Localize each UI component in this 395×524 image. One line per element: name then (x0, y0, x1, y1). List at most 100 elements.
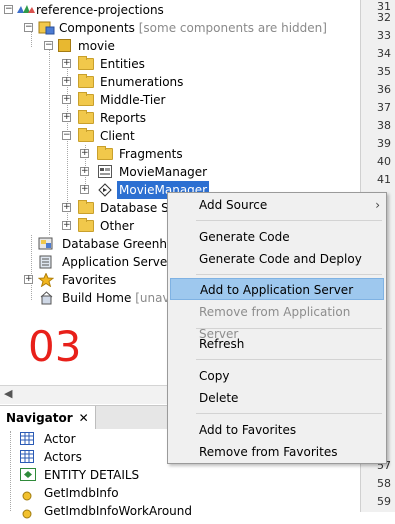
line-number: 36 (377, 83, 391, 96)
menu-item-remove-from-application-server[interactable]: Remove from Application Server (170, 301, 384, 341)
tree-node-label: Other (100, 219, 135, 233)
method-icon (22, 506, 32, 519)
expand-toggle-icon[interactable]: + (62, 95, 71, 104)
expand-toggle-icon[interactable]: + (80, 167, 89, 176)
menu-item-add-to-application-server[interactable]: Add to Application Server (170, 278, 384, 300)
menu-item-label: Remove from Favorites (199, 445, 338, 459)
expand-toggle-icon[interactable]: + (80, 149, 89, 158)
tree-node-label: Fragments (119, 147, 183, 161)
method-icon (22, 488, 32, 501)
components-icon (38, 21, 56, 35)
tree-node-label: Entities (100, 57, 145, 71)
scroll-left-icon[interactable]: ◀ (4, 387, 12, 400)
menu-item-add-source[interactable]: Add Source › (170, 194, 384, 216)
line-number: 34 (377, 47, 391, 60)
line-number: 58 (377, 477, 391, 490)
folder-icon (97, 146, 113, 160)
collapse-toggle-icon[interactable]: − (62, 131, 71, 140)
menu-item-delete[interactable]: Delete (170, 387, 384, 409)
menu-separator (196, 359, 382, 360)
context-menu: Add Source › Generate Code Generate Code… (167, 192, 387, 464)
folder-icon (78, 200, 94, 214)
menu-separator (196, 328, 382, 329)
menu-item-label: Generate Code and Deploy (199, 252, 362, 266)
expand-toggle-icon[interactable]: + (62, 221, 71, 230)
tree-guide-line (49, 45, 50, 235)
menu-item-label: Copy (199, 369, 230, 383)
menu-item-label: Add to Favorites (199, 423, 297, 437)
tree-node-label: Middle-Tier (100, 93, 166, 107)
menu-separator (196, 274, 382, 275)
menu-item-add-to-favorites[interactable]: Add to Favorites (170, 419, 384, 441)
tree-node-label: Application Server (62, 255, 173, 269)
package-icon (58, 39, 71, 52)
line-number: 40 (377, 155, 391, 168)
folder-icon (78, 218, 94, 232)
navigator-item-label: Actors (44, 450, 82, 464)
line-number: 33 (377, 29, 391, 42)
tree-node-label: MovieManager (119, 165, 208, 179)
line-number: 38 (377, 119, 391, 132)
tree-node-label: movie (78, 39, 115, 53)
line-number: 59 (377, 495, 391, 508)
navigator-item-label: ENTITY DETAILS (44, 468, 140, 482)
open-folder-icon (78, 128, 94, 142)
tree-node-label: Components (59, 21, 135, 35)
collapse-toggle-icon[interactable]: − (44, 41, 53, 50)
tree-node-label: Build Home (62, 291, 132, 305)
menu-item-refresh[interactable]: Refresh (170, 333, 384, 355)
hidden-components-hint: [some components are hidden] (138, 21, 327, 35)
submenu-arrow-icon: › (375, 198, 380, 212)
expand-toggle-icon[interactable]: + (62, 113, 71, 122)
table-icon (20, 450, 34, 463)
line-number: 41 (377, 173, 391, 186)
line-number: 32 (377, 11, 391, 24)
folder-icon (78, 92, 94, 106)
menu-item-remove-from-favorites[interactable]: Remove from Favorites (170, 441, 384, 463)
menu-item-generate-code[interactable]: Generate Code (170, 226, 384, 248)
menu-item-label: Add to Application Server (200, 283, 354, 297)
expand-toggle-icon[interactable]: + (80, 185, 89, 194)
menu-item-copy[interactable]: Copy (170, 365, 384, 387)
step-number-label: 03 (28, 322, 82, 371)
build-icon (40, 291, 54, 305)
expand-toggle-icon[interactable]: + (24, 275, 33, 284)
menu-item-generate-code-and-deploy[interactable]: Generate Code and Deploy (170, 248, 384, 270)
table-icon (20, 432, 34, 445)
tree-node-label: Client (100, 129, 135, 143)
menu-separator (196, 220, 382, 221)
server-icon (38, 255, 54, 269)
tab-navigator[interactable]: Navigator ✕ (0, 406, 96, 430)
menu-item-label: Add Source (199, 198, 268, 212)
folder-icon (78, 110, 94, 124)
line-number: 37 (377, 101, 391, 114)
line-number: 39 (377, 137, 391, 150)
form-icon (98, 165, 112, 178)
flow-icon (98, 183, 112, 197)
navigator-item-label: GetImdbInfoWorkAround (44, 504, 192, 518)
expand-toggle-icon[interactable]: + (62, 59, 71, 68)
folder-icon (78, 56, 94, 70)
navigator-item-label: GetImdbInfo (44, 486, 119, 500)
tree-node-label: Database Se (100, 201, 177, 215)
menu-item-label: Generate Code (199, 230, 290, 244)
tree-node-label: Enumerations (100, 75, 184, 89)
menu-separator (196, 413, 382, 414)
expand-toggle-icon[interactable]: + (62, 203, 71, 212)
star-icon (37, 272, 55, 288)
tree-guide-line (10, 431, 11, 511)
close-icon[interactable]: ✕ (79, 411, 89, 425)
tree-node-label: reference-projections (36, 3, 164, 17)
menu-item-label: Refresh (199, 337, 245, 351)
collapse-toggle-icon[interactable]: − (4, 5, 13, 14)
tree-node-label: Database Greenho (62, 237, 175, 251)
tree-guide-line (31, 235, 32, 300)
tab-label: Navigator (6, 411, 73, 425)
expand-toggle-icon[interactable]: + (62, 77, 71, 86)
navigator-item-label: Actor (44, 432, 76, 446)
database-icon (38, 237, 54, 251)
tree-node-label: Favorites (62, 273, 117, 287)
menu-item-label: Delete (199, 391, 239, 405)
tree-node-label: Reports (100, 111, 147, 125)
collapse-toggle-icon[interactable]: − (24, 23, 33, 32)
